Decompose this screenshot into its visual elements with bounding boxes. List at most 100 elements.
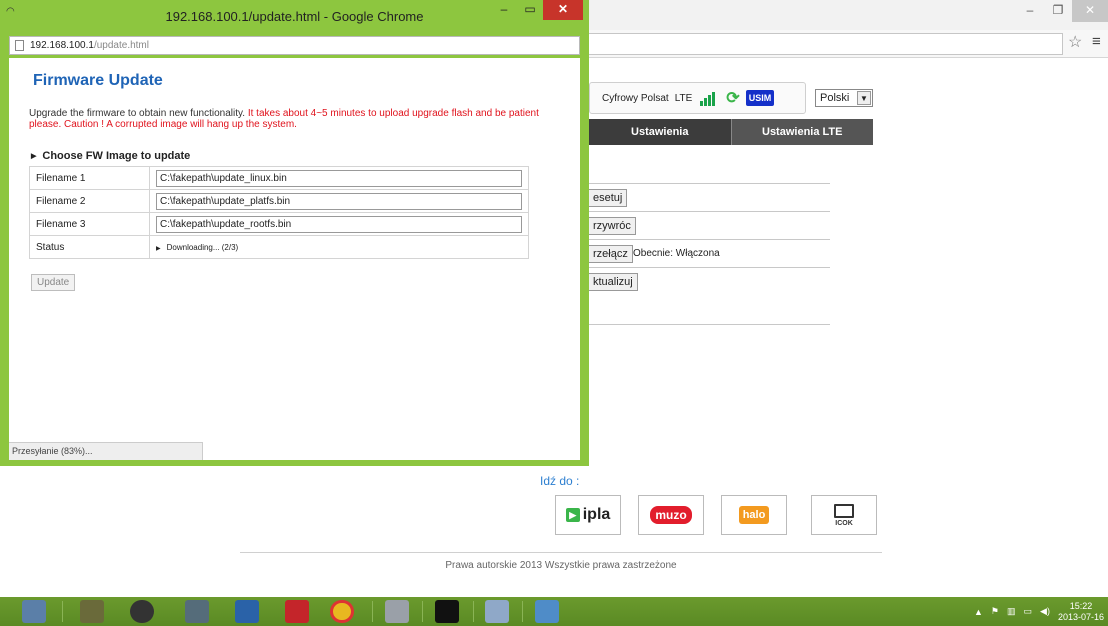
toggle-button[interactable]: rzełącz: [589, 245, 633, 263]
halo-link[interactable]: halo: [721, 495, 787, 535]
filename-3-label: Filename 3: [29, 212, 150, 236]
tool-icon[interactable]: [385, 600, 409, 623]
description-text: Upgrade the firmware to obtain new funct…: [29, 108, 248, 119]
status-value-text: Downloading... (2/3): [166, 242, 239, 252]
table-row: Filename 1 C:\fakepath\update_linux.bin: [29, 166, 529, 190]
filename-1-cell: C:\fakepath\update_linux.bin: [149, 166, 529, 190]
triangle-right-icon: ▶: [31, 153, 37, 160]
divider: [589, 324, 830, 325]
choose-image-label: Choose FW Image to update: [42, 150, 191, 162]
router-status-panel: Cyfrowy Polsat LTE ⟳ USIM: [589, 82, 806, 114]
minimize-icon[interactable]: –: [1016, 0, 1044, 22]
firmware-description: Upgrade the firmware to obtain new funct…: [29, 108, 549, 130]
update-button[interactable]: Update: [31, 274, 76, 291]
icok-link[interactable]: ICOK: [811, 495, 877, 535]
filename-2-input[interactable]: C:\fakepath\update_platfs.bin: [156, 192, 522, 210]
clock-time: 15:22: [1069, 600, 1093, 611]
network-icon[interactable]: ▥: [1007, 606, 1016, 617]
taskbar: ▲ ⚑ ▥ ▭ ◀) 15:22 2013-07-16: [0, 597, 1108, 626]
upload-status-bar: Przesyłanie (83%)...: [9, 442, 203, 460]
clock-date: 2013-07-16: [1057, 611, 1104, 622]
sync-icon: ⟳: [726, 90, 740, 107]
battery-icon[interactable]: ▭: [1024, 606, 1033, 617]
divider: [62, 601, 63, 622]
popup-window-controls: – ▭ ✕: [491, 0, 583, 20]
operator-name: Cyfrowy Polsat: [602, 92, 669, 104]
bookmark-star-icon[interactable]: ☆: [1068, 32, 1082, 52]
terminal-icon[interactable]: [435, 600, 459, 623]
halo-logo: halo: [738, 506, 770, 524]
divider: [240, 552, 882, 553]
toggle-status: Obecnie: Włączona: [633, 248, 720, 259]
table-row: Filename 2 C:\fakepath\update_platfs.bin: [29, 189, 529, 213]
paint-icon[interactable]: [485, 600, 509, 623]
url-path: /update.html: [93, 40, 149, 51]
router-nav: Ustawienia Ustawienia LTE: [589, 119, 873, 145]
muzo-link[interactable]: muzo: [638, 495, 704, 535]
router-update-button[interactable]: ktualizuj: [589, 273, 638, 291]
volume-icon[interactable]: ◀): [1040, 606, 1050, 617]
router-row-reset: esetuj: [589, 183, 830, 212]
filename-3-cell: C:\fakepath\update_rootfs.bin: [149, 212, 529, 236]
page-title: Firmware Update: [33, 72, 163, 89]
file-explorer-icon[interactable]: [22, 600, 46, 623]
router-row-toggle: rzełącz Obecnie: Włączona: [589, 239, 830, 268]
maximize-icon[interactable]: ❐: [1044, 0, 1072, 22]
signal-strength-icon: [698, 88, 720, 108]
firmware-file-table: Filename 1 C:\fakepath\update_linux.bin …: [29, 166, 529, 259]
muzo-logo: muzo: [650, 506, 692, 524]
tab-settings[interactable]: Ustawienia: [589, 119, 731, 145]
language-select[interactable]: Polski ▼: [815, 89, 873, 107]
router-row-restore: rzywróc: [589, 211, 830, 240]
flag-icon[interactable]: ⚑: [991, 606, 999, 617]
close-icon[interactable]: ✕: [543, 0, 583, 20]
webcam-icon[interactable]: [80, 600, 104, 623]
popup-page: Firmware Update Upgrade the firmware to …: [9, 58, 580, 460]
divider: [473, 601, 474, 622]
background-address-bar[interactable]: [588, 33, 1063, 55]
ipla-link[interactable]: ▶ ipla: [555, 495, 621, 535]
status-label: Status: [29, 235, 150, 259]
monitor-icon: [834, 503, 854, 518]
language-value: Polski: [820, 92, 850, 104]
chevron-up-icon[interactable]: ▲: [974, 607, 983, 617]
maximize-icon[interactable]: ▭: [517, 0, 543, 20]
menu-icon[interactable]: ≡: [1092, 33, 1101, 50]
filename-1-label: Filename 1: [29, 166, 150, 190]
router-row-update: ktualizuj: [589, 267, 830, 296]
play-icon: ▶: [565, 508, 580, 522]
power-icon[interactable]: [285, 600, 309, 623]
copyright-footer: Prawa autorskie 2013 Wszystkie prawa zas…: [445, 560, 677, 571]
document-icon[interactable]: [235, 600, 259, 623]
usim-badge: USIM: [745, 90, 775, 106]
icok-label: ICOK: [835, 519, 853, 527]
filename-1-input[interactable]: C:\fakepath\update_linux.bin: [156, 169, 522, 187]
filename-3-input[interactable]: C:\fakepath\update_rootfs.bin: [156, 215, 522, 233]
network-type: LTE: [674, 92, 693, 104]
table-row: Filename 3 C:\fakepath\update_rootfs.bin: [29, 212, 529, 236]
media-player-icon[interactable]: [185, 600, 209, 623]
triangle-right-icon: ▶: [156, 245, 161, 252]
choose-image-heading: ▶ Choose FW Image to update: [31, 150, 190, 162]
reset-button[interactable]: esetuj: [589, 189, 628, 207]
clock[interactable]: 15:22 2013-07-16: [1058, 601, 1104, 623]
restore-button[interactable]: rzywróc: [589, 217, 636, 235]
chevron-down-icon: ▼: [857, 91, 871, 105]
minimize-icon[interactable]: –: [491, 0, 517, 20]
tab-lte-settings[interactable]: Ustawienia LTE: [730, 119, 873, 145]
status-value: ▶ Downloading... (2/3): [156, 243, 238, 252]
status-cell: ▶ Downloading... (2/3): [149, 235, 529, 259]
chrome-icon[interactable]: [330, 600, 354, 623]
popup-titlebar[interactable]: ◠ 192.168.100.1/update.html - Google Chr…: [0, 0, 589, 36]
photos-icon[interactable]: [535, 600, 559, 623]
background-window-controls: – ❐ ✕: [1016, 0, 1108, 22]
popup-window: ◠ 192.168.100.1/update.html - Google Chr…: [0, 0, 589, 466]
popup-address-bar[interactable]: 192.168.100.1/update.html: [9, 36, 580, 55]
divider: [372, 601, 373, 622]
close-icon[interactable]: ✕: [1072, 0, 1108, 22]
ipla-label: ipla: [582, 506, 611, 523]
filename-2-label: Filename 2: [29, 189, 150, 213]
speaker-icon[interactable]: [130, 600, 154, 623]
goto-label: Idź do :: [540, 474, 580, 488]
url-host: 192.168.100.1: [30, 40, 94, 51]
